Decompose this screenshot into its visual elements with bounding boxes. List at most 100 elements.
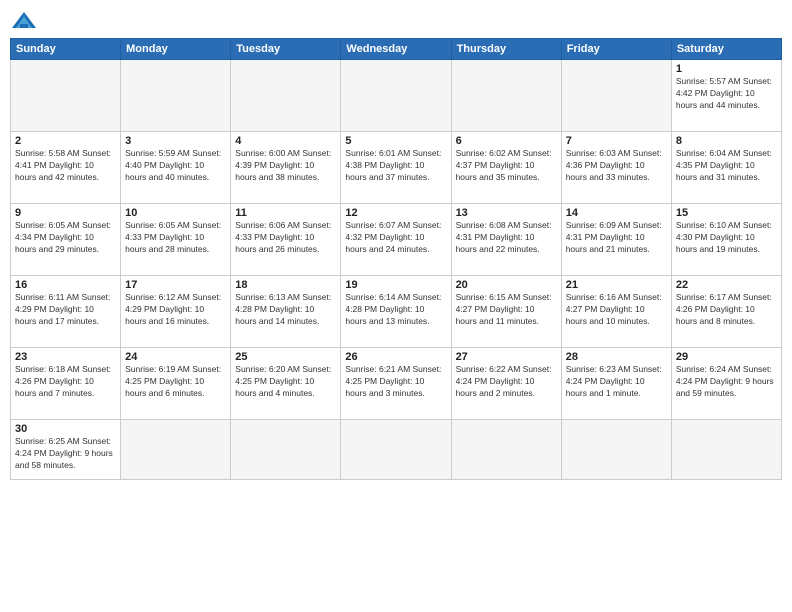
day-number: 4 — [235, 135, 336, 147]
day-info: Sunrise: 6:16 AM Sunset: 4:27 PM Dayligh… — [566, 292, 667, 328]
day-info: Sunrise: 5:59 AM Sunset: 4:40 PM Dayligh… — [125, 148, 226, 184]
day-number: 7 — [566, 135, 667, 147]
calendar-cell: 11Sunrise: 6:06 AM Sunset: 4:33 PM Dayli… — [231, 204, 341, 276]
day-info: Sunrise: 6:15 AM Sunset: 4:27 PM Dayligh… — [456, 292, 557, 328]
day-number: 25 — [235, 351, 336, 363]
calendar-cell — [341, 420, 451, 480]
calendar: SundayMondayTuesdayWednesdayThursdayFrid… — [10, 38, 782, 480]
weekday-header-tuesday: Tuesday — [231, 39, 341, 60]
day-number: 15 — [676, 207, 777, 219]
day-info: Sunrise: 6:05 AM Sunset: 4:33 PM Dayligh… — [125, 220, 226, 256]
day-info: Sunrise: 6:14 AM Sunset: 4:28 PM Dayligh… — [345, 292, 446, 328]
day-number: 20 — [456, 279, 557, 291]
day-info: Sunrise: 6:17 AM Sunset: 4:26 PM Dayligh… — [676, 292, 777, 328]
day-number: 23 — [15, 351, 116, 363]
day-info: Sunrise: 6:13 AM Sunset: 4:28 PM Dayligh… — [235, 292, 336, 328]
calendar-cell — [121, 420, 231, 480]
day-info: Sunrise: 6:06 AM Sunset: 4:33 PM Dayligh… — [235, 220, 336, 256]
day-number: 6 — [456, 135, 557, 147]
header — [10, 10, 782, 32]
calendar-cell: 21Sunrise: 6:16 AM Sunset: 4:27 PM Dayli… — [561, 276, 671, 348]
day-info: Sunrise: 6:09 AM Sunset: 4:31 PM Dayligh… — [566, 220, 667, 256]
day-number: 27 — [456, 351, 557, 363]
calendar-cell — [451, 420, 561, 480]
calendar-cell: 2Sunrise: 5:58 AM Sunset: 4:41 PM Daylig… — [11, 132, 121, 204]
day-info: Sunrise: 6:25 AM Sunset: 4:24 PM Dayligh… — [15, 436, 116, 472]
week-row-2: 2Sunrise: 5:58 AM Sunset: 4:41 PM Daylig… — [11, 132, 782, 204]
calendar-cell — [341, 60, 451, 132]
day-number: 24 — [125, 351, 226, 363]
day-number: 11 — [235, 207, 336, 219]
calendar-cell: 26Sunrise: 6:21 AM Sunset: 4:25 PM Dayli… — [341, 348, 451, 420]
day-info: Sunrise: 6:03 AM Sunset: 4:36 PM Dayligh… — [566, 148, 667, 184]
day-info: Sunrise: 6:10 AM Sunset: 4:30 PM Dayligh… — [676, 220, 777, 256]
weekday-header-sunday: Sunday — [11, 39, 121, 60]
calendar-cell — [561, 60, 671, 132]
weekday-header-friday: Friday — [561, 39, 671, 60]
day-number: 12 — [345, 207, 446, 219]
day-number: 17 — [125, 279, 226, 291]
calendar-cell: 20Sunrise: 6:15 AM Sunset: 4:27 PM Dayli… — [451, 276, 561, 348]
day-number: 28 — [566, 351, 667, 363]
day-number: 10 — [125, 207, 226, 219]
day-info: Sunrise: 5:58 AM Sunset: 4:41 PM Dayligh… — [15, 148, 116, 184]
calendar-cell: 12Sunrise: 6:07 AM Sunset: 4:32 PM Dayli… — [341, 204, 451, 276]
day-number: 5 — [345, 135, 446, 147]
calendar-cell: 15Sunrise: 6:10 AM Sunset: 4:30 PM Dayli… — [671, 204, 781, 276]
day-number: 9 — [15, 207, 116, 219]
weekday-row: SundayMondayTuesdayWednesdayThursdayFrid… — [11, 39, 782, 60]
calendar-cell: 8Sunrise: 6:04 AM Sunset: 4:35 PM Daylig… — [671, 132, 781, 204]
calendar-cell: 22Sunrise: 6:17 AM Sunset: 4:26 PM Dayli… — [671, 276, 781, 348]
day-number: 14 — [566, 207, 667, 219]
day-info: Sunrise: 6:21 AM Sunset: 4:25 PM Dayligh… — [345, 364, 446, 400]
day-number: 16 — [15, 279, 116, 291]
day-number: 21 — [566, 279, 667, 291]
day-info: Sunrise: 6:04 AM Sunset: 4:35 PM Dayligh… — [676, 148, 777, 184]
day-number: 29 — [676, 351, 777, 363]
day-info: Sunrise: 6:20 AM Sunset: 4:25 PM Dayligh… — [235, 364, 336, 400]
calendar-cell: 27Sunrise: 6:22 AM Sunset: 4:24 PM Dayli… — [451, 348, 561, 420]
day-info: Sunrise: 6:05 AM Sunset: 4:34 PM Dayligh… — [15, 220, 116, 256]
day-number: 19 — [345, 279, 446, 291]
calendar-cell: 24Sunrise: 6:19 AM Sunset: 4:25 PM Dayli… — [121, 348, 231, 420]
calendar-cell — [561, 420, 671, 480]
day-info: Sunrise: 6:11 AM Sunset: 4:29 PM Dayligh… — [15, 292, 116, 328]
day-number: 18 — [235, 279, 336, 291]
calendar-cell: 28Sunrise: 6:23 AM Sunset: 4:24 PM Dayli… — [561, 348, 671, 420]
week-row-5: 23Sunrise: 6:18 AM Sunset: 4:26 PM Dayli… — [11, 348, 782, 420]
day-info: Sunrise: 6:22 AM Sunset: 4:24 PM Dayligh… — [456, 364, 557, 400]
day-info: Sunrise: 5:57 AM Sunset: 4:42 PM Dayligh… — [676, 76, 777, 112]
calendar-cell: 19Sunrise: 6:14 AM Sunset: 4:28 PM Dayli… — [341, 276, 451, 348]
calendar-cell: 16Sunrise: 6:11 AM Sunset: 4:29 PM Dayli… — [11, 276, 121, 348]
calendar-cell: 7Sunrise: 6:03 AM Sunset: 4:36 PM Daylig… — [561, 132, 671, 204]
calendar-cell: 18Sunrise: 6:13 AM Sunset: 4:28 PM Dayli… — [231, 276, 341, 348]
week-row-4: 16Sunrise: 6:11 AM Sunset: 4:29 PM Dayli… — [11, 276, 782, 348]
day-number: 3 — [125, 135, 226, 147]
day-info: Sunrise: 6:19 AM Sunset: 4:25 PM Dayligh… — [125, 364, 226, 400]
calendar-cell: 25Sunrise: 6:20 AM Sunset: 4:25 PM Dayli… — [231, 348, 341, 420]
day-info: Sunrise: 6:12 AM Sunset: 4:29 PM Dayligh… — [125, 292, 226, 328]
calendar-cell — [231, 60, 341, 132]
calendar-cell: 29Sunrise: 6:24 AM Sunset: 4:24 PM Dayli… — [671, 348, 781, 420]
calendar-cell: 9Sunrise: 6:05 AM Sunset: 4:34 PM Daylig… — [11, 204, 121, 276]
logo — [10, 10, 42, 32]
weekday-header-wednesday: Wednesday — [341, 39, 451, 60]
day-number: 30 — [15, 423, 116, 435]
calendar-cell: 5Sunrise: 6:01 AM Sunset: 4:38 PM Daylig… — [341, 132, 451, 204]
week-row-1: 1Sunrise: 5:57 AM Sunset: 4:42 PM Daylig… — [11, 60, 782, 132]
logo-icon — [10, 10, 38, 32]
weekday-header-monday: Monday — [121, 39, 231, 60]
calendar-cell — [121, 60, 231, 132]
day-number: 1 — [676, 63, 777, 75]
week-row-6: 30Sunrise: 6:25 AM Sunset: 4:24 PM Dayli… — [11, 420, 782, 480]
calendar-cell: 13Sunrise: 6:08 AM Sunset: 4:31 PM Dayli… — [451, 204, 561, 276]
day-number: 13 — [456, 207, 557, 219]
weekday-header-thursday: Thursday — [451, 39, 561, 60]
calendar-cell: 3Sunrise: 5:59 AM Sunset: 4:40 PM Daylig… — [121, 132, 231, 204]
day-info: Sunrise: 6:24 AM Sunset: 4:24 PM Dayligh… — [676, 364, 777, 400]
calendar-cell — [451, 60, 561, 132]
calendar-cell: 1Sunrise: 5:57 AM Sunset: 4:42 PM Daylig… — [671, 60, 781, 132]
weekday-header-saturday: Saturday — [671, 39, 781, 60]
calendar-cell: 23Sunrise: 6:18 AM Sunset: 4:26 PM Dayli… — [11, 348, 121, 420]
day-number: 2 — [15, 135, 116, 147]
